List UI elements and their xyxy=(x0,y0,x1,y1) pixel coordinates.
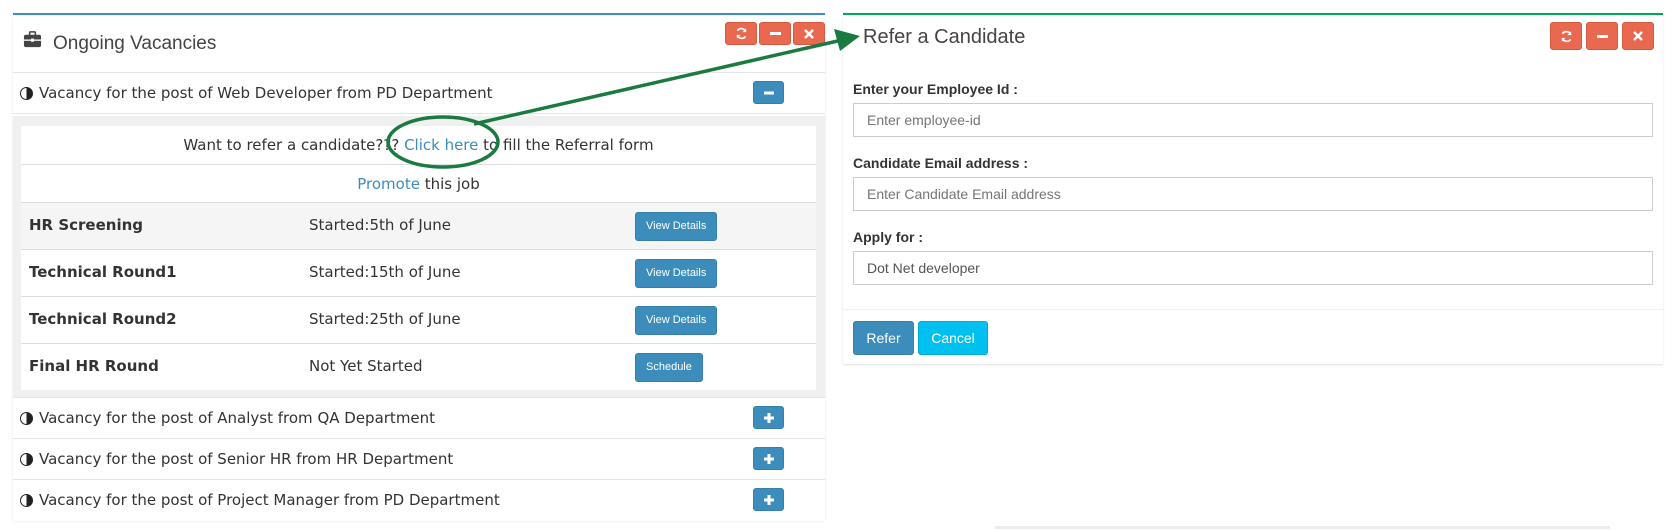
employee-id-input[interactable] xyxy=(853,103,1653,137)
vacancy-label: Vacancy for the post of Analyst from QA … xyxy=(39,409,436,427)
vacancy-row-senior-hr[interactable]: Vacancy for the post of Senior HR from H… xyxy=(13,439,825,480)
half-circle-icon xyxy=(20,87,33,100)
promote-line: Promote this job xyxy=(21,164,816,202)
close-icon xyxy=(1633,31,1643,41)
minus-icon xyxy=(1596,34,1608,38)
employee-id-label: Enter your Employee Id : xyxy=(853,81,1018,97)
vacancy-row-web-developer[interactable]: Vacancy for the post of Web Developer fr… xyxy=(13,73,825,114)
panel-header: Ongoing Vacancies xyxy=(13,15,825,73)
refer-prefix: Want to refer a candidate??? xyxy=(183,136,405,154)
stage-name: Final HR Round xyxy=(29,357,159,375)
expand-button[interactable] xyxy=(753,488,784,511)
referral-form-link[interactable]: Click here xyxy=(404,136,478,154)
refresh-icon xyxy=(736,27,746,40)
table-row: Final HR Round Not Yet Started Schedule xyxy=(21,343,816,390)
table-row: Technical Round2 Started:25th of June Vi… xyxy=(21,296,816,343)
divider xyxy=(995,526,1610,529)
minus-icon xyxy=(763,91,774,94)
expand-button[interactable] xyxy=(753,447,784,470)
refresh-icon xyxy=(1561,30,1571,42)
candidate-email-input[interactable] xyxy=(853,177,1653,211)
ongoing-vacancies-panel: Ongoing Vacancies Vacancy for the post o… xyxy=(13,13,825,521)
panel-title: Refer a Candidate xyxy=(863,26,1026,48)
expand-button[interactable] xyxy=(753,406,784,429)
plus-icon xyxy=(763,412,774,423)
minimize-button[interactable] xyxy=(1586,22,1618,50)
vacancy-label: Vacancy for the post of Project Manager … xyxy=(39,491,500,509)
stage-name: Technical Round1 xyxy=(29,263,177,281)
close-button[interactable] xyxy=(1622,22,1654,50)
vacancy-label: Vacancy for the post of Web Developer fr… xyxy=(39,84,493,102)
half-circle-icon xyxy=(20,453,33,466)
half-circle-icon xyxy=(20,412,33,425)
view-details-button[interactable]: View Details xyxy=(635,259,718,288)
table-row: Technical Round1 Started:15th of June Vi… xyxy=(21,249,816,296)
collapse-button[interactable] xyxy=(753,81,784,104)
stage-status: Started:25th of June xyxy=(309,310,461,328)
minus-icon xyxy=(769,32,781,35)
refresh-button[interactable] xyxy=(1550,22,1582,50)
vacancy-row-analyst[interactable]: Vacancy for the post of Analyst from QA … xyxy=(13,398,825,439)
vacancy-details-table: Want to refer a candidate??? Click here … xyxy=(21,126,816,390)
candidate-email-label: Candidate Email address : xyxy=(853,155,1029,171)
refer-suffix: to fill the Referral form xyxy=(478,136,654,154)
stage-status: Started:5th of June xyxy=(309,216,452,234)
refer-candidate-panel: Refer a Candidate Enter your Employee Id… xyxy=(843,13,1663,364)
minimize-button[interactable] xyxy=(759,22,791,45)
stage-status: Not Yet Started xyxy=(309,357,423,375)
table-row: HR Screening Started:5th of June View De… xyxy=(21,202,816,249)
promote-suffix: this job xyxy=(419,175,480,193)
refer-button[interactable]: Refer xyxy=(853,321,914,355)
apply-for-input[interactable] xyxy=(853,251,1653,285)
close-button[interactable] xyxy=(793,22,825,45)
promote-link[interactable]: Promote xyxy=(357,175,420,193)
view-details-button[interactable]: View Details xyxy=(635,306,718,335)
panel-title: Ongoing Vacancies xyxy=(53,33,217,54)
refer-line: Want to refer a candidate??? Click here … xyxy=(21,126,816,164)
apply-for-label: Apply for : xyxy=(853,229,923,245)
half-circle-icon xyxy=(20,494,33,507)
vacancy-label: Vacancy for the post of Senior HR from H… xyxy=(39,450,454,468)
refresh-button[interactable] xyxy=(725,22,757,45)
cancel-button[interactable]: Cancel xyxy=(918,321,988,355)
close-icon xyxy=(804,28,814,39)
briefcase-icon xyxy=(23,31,42,48)
plus-icon xyxy=(763,494,774,505)
plus-icon xyxy=(763,453,774,464)
stage-name: HR Screening xyxy=(29,216,144,234)
view-details-button[interactable]: View Details xyxy=(635,212,718,241)
vacancy-details: Want to refer a candidate??? Click here … xyxy=(13,116,825,398)
schedule-button[interactable]: Schedule xyxy=(635,353,703,382)
stage-status: Started:15th of June xyxy=(309,263,461,281)
vacancy-row-project-manager[interactable]: Vacancy for the post of Project Manager … xyxy=(13,480,825,521)
stage-name: Technical Round2 xyxy=(29,310,177,328)
